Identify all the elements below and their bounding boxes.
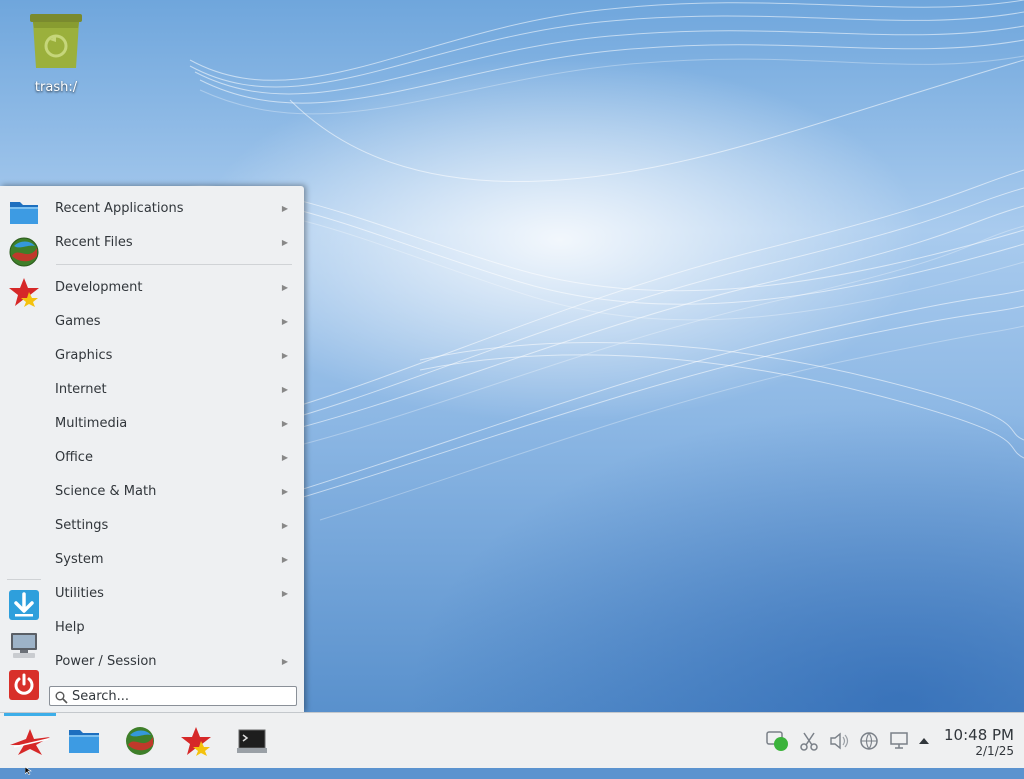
submenu-arrow-icon: ▶	[281, 656, 288, 666]
trash-icon	[30, 14, 82, 68]
menu-item-settings[interactable]: Settings ▶	[46, 508, 300, 542]
sidebar-separator	[7, 579, 41, 580]
search-input[interactable]	[72, 687, 292, 705]
menu-item-graphics[interactable]: Graphics ▶	[46, 338, 300, 372]
search-icon	[55, 689, 68, 708]
app-launcher-icon[interactable]	[8, 725, 50, 757]
menu-item-label: Help	[55, 619, 85, 635]
menu-item-label: Office	[55, 449, 93, 465]
clipboard-icon[interactable]	[798, 730, 820, 752]
menu-item-internet[interactable]: Internet ▶	[46, 372, 300, 406]
software-center-icon[interactable]	[180, 725, 212, 757]
menu-item-help[interactable]: Help	[46, 610, 300, 644]
network-icon[interactable]	[858, 730, 880, 752]
launcher-active-indicator	[4, 713, 56, 716]
desktop-trash-label: trash:/	[34, 80, 78, 95]
desktop-trash-icon[interactable]: trash:/	[22, 10, 90, 95]
submenu-arrow-icon: ▶	[281, 452, 288, 462]
menu-search-box[interactable]	[49, 686, 297, 706]
menu-item-recent-applications[interactable]: Recent Applications ▶	[46, 191, 300, 225]
tray-expand-icon[interactable]	[916, 730, 932, 752]
globe-browser-icon[interactable]	[8, 236, 40, 268]
menu-item-label: Graphics	[55, 347, 113, 363]
menu-item-utilities[interactable]: Utilities ▶	[46, 576, 300, 610]
volume-icon[interactable]	[828, 730, 850, 752]
menu-item-label: Multimedia	[55, 415, 128, 431]
menu-item-recent-files[interactable]: Recent Files ▶	[46, 225, 300, 259]
menu-favorites-sidebar	[0, 186, 46, 713]
menu-item-label: Internet	[55, 381, 107, 397]
menu-separator	[56, 264, 292, 265]
menu-item-games[interactable]: Games ▶	[46, 304, 300, 338]
clock-time: 10:48 PM	[944, 726, 1014, 744]
submenu-arrow-icon: ▶	[281, 203, 288, 213]
power-icon[interactable]	[8, 669, 40, 701]
menu-item-label: Settings	[55, 517, 109, 533]
taskbar-panel: 10:48 PM 2/1/25	[0, 712, 1024, 768]
terminal-icon[interactable]	[236, 725, 268, 757]
digital-clock[interactable]: 10:48 PM 2/1/25	[944, 726, 1014, 759]
submenu-arrow-icon: ▶	[281, 520, 288, 530]
clock-date: 2/1/25	[975, 744, 1014, 758]
web-browser-icon[interactable]	[124, 725, 156, 757]
menu-item-label: Recent Files	[55, 234, 133, 250]
folder-icon[interactable]	[8, 196, 40, 228]
menu-item-power-session[interactable]: Power / Session ▶	[46, 644, 300, 678]
menu-item-science-math[interactable]: Science & Math ▶	[46, 474, 300, 508]
menu-item-label: Science & Math	[55, 483, 157, 499]
menu-item-label: System	[55, 551, 104, 567]
submenu-arrow-icon: ▶	[281, 237, 288, 247]
submenu-arrow-icon: ▶	[281, 486, 288, 496]
submenu-arrow-icon: ▶	[281, 350, 288, 360]
menu-item-development[interactable]: Development ▶	[46, 270, 300, 304]
menu-item-label: Recent Applications	[55, 200, 184, 216]
submenu-arrow-icon: ▶	[281, 554, 288, 564]
menu-item-label: Games	[55, 313, 101, 329]
submenu-arrow-icon: ▶	[281, 384, 288, 394]
download-icon[interactable]	[8, 589, 40, 621]
menu-item-system[interactable]: System ▶	[46, 542, 300, 576]
submenu-arrow-icon: ▶	[281, 316, 288, 326]
menu-item-multimedia[interactable]: Multimedia ▶	[46, 406, 300, 440]
menu-item-label: Power / Session	[55, 653, 157, 669]
menu-item-label: Utilities	[55, 585, 104, 601]
kde-favorites-star-icon[interactable]	[8, 276, 40, 308]
menu-item-office[interactable]: Office ▶	[46, 440, 300, 474]
file-manager-icon[interactable]	[68, 725, 100, 757]
menu-item-label: Development	[55, 279, 143, 295]
updates-icon[interactable]	[766, 730, 788, 752]
submenu-arrow-icon: ▶	[281, 418, 288, 428]
computer-icon[interactable]	[8, 629, 40, 661]
submenu-arrow-icon: ▶	[281, 282, 288, 292]
mouse-cursor-icon	[24, 760, 33, 779]
submenu-arrow-icon: ▶	[281, 588, 288, 598]
application-menu: Recent Applications ▶ Recent Files ▶ Develop…	[0, 186, 304, 713]
device-icon[interactable]	[888, 730, 910, 752]
